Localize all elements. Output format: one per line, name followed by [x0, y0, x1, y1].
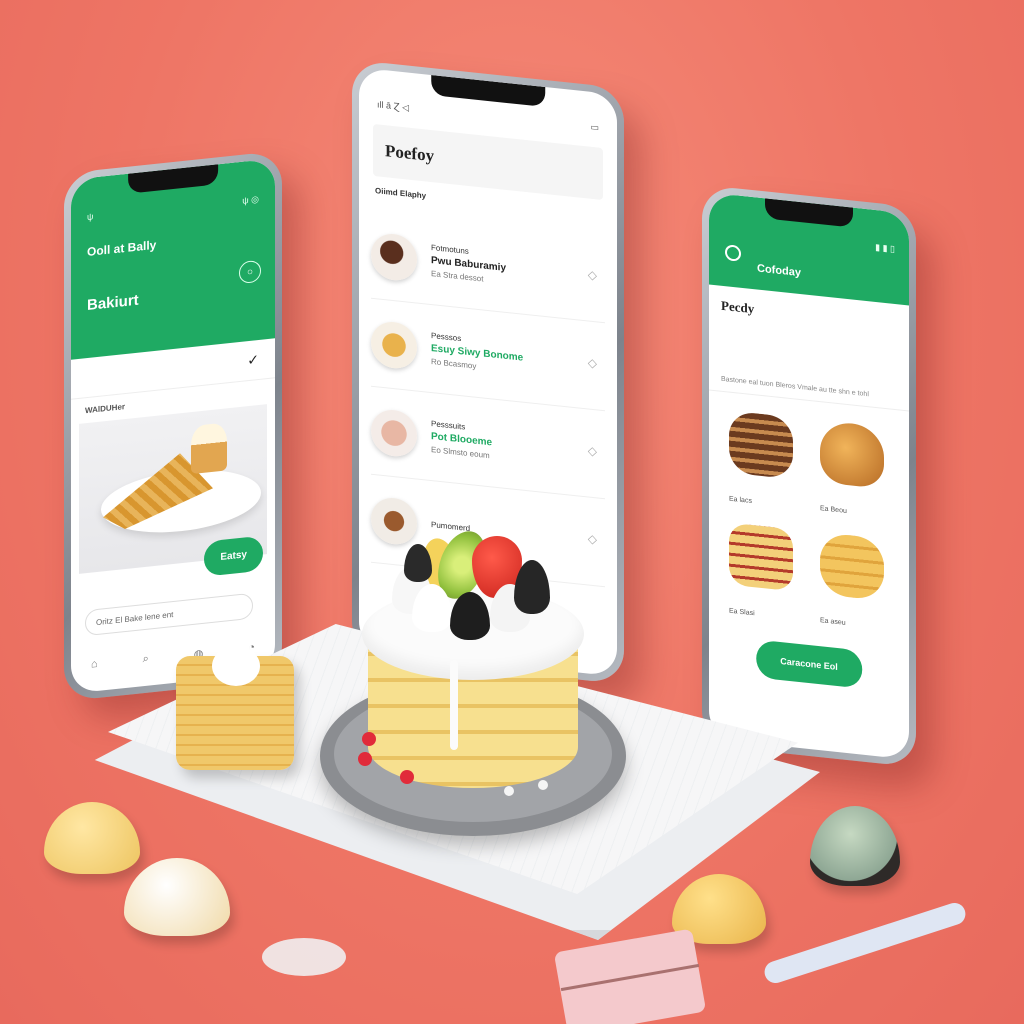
status-bar: ψ ψ ◎	[87, 194, 259, 223]
diamond-icon[interactable]: ◇	[588, 531, 597, 546]
paper-disc	[262, 938, 346, 976]
product-caption: Ea Slasi	[729, 607, 755, 618]
cream-dollop	[212, 646, 260, 686]
status-bar: ıll ȃ Ɀ ◁ ▭	[359, 67, 617, 135]
raspberry	[358, 752, 372, 766]
white-pastry	[124, 858, 230, 936]
home-icon[interactable]: ⌂	[91, 658, 98, 672]
phone-right: ▮ ▮ ▯ Cofoday ◡ Pecdy Bastone eal tuon B…	[702, 184, 916, 768]
header-title: Ooll at Bally	[87, 237, 157, 260]
diamond-icon[interactable]: ◇	[588, 355, 597, 370]
product-card[interactable]: Ea Slasi	[721, 518, 806, 629]
logo-icon	[725, 244, 741, 262]
frosting-drip	[450, 660, 458, 750]
sugar-pearl	[504, 786, 514, 796]
search-input[interactable]: Oritz El Bake lene ent	[85, 592, 253, 637]
mini-cakes-image	[729, 522, 793, 592]
status-left: ıll ȃ Ɀ ◁	[377, 99, 410, 113]
check-icon: ✓	[247, 350, 259, 369]
order-button[interactable]: Eatsy	[204, 535, 263, 577]
product-card[interactable]: Ea Beou	[812, 415, 897, 526]
product-caption: Ea lacs	[729, 495, 752, 506]
phone-left-screen: ψ ψ ◎ Ooll at Bally Bakiurt ○ ✓ WAlDUHer…	[71, 158, 275, 694]
raspberry	[400, 770, 414, 784]
status-right: ψ ◎	[242, 193, 259, 206]
item-thumbnail	[371, 231, 417, 283]
cream-cup-image	[191, 422, 227, 475]
layer-cake-image	[729, 410, 793, 480]
phone-left: ψ ψ ◎ Ooll at Bally Bakiurt ○ ✓ WAlDUHer…	[64, 150, 282, 702]
item-thumbnail	[371, 319, 417, 371]
yellow-pastry	[44, 802, 140, 874]
search-icon[interactable]: ⌕	[143, 653, 149, 667]
item-text: Pesssos Esuy Siwy Bonome Ro Bcasmoy	[431, 329, 523, 378]
brand-name: Bakiurt	[87, 291, 139, 315]
brand-name: Cofoday	[757, 262, 801, 280]
phone-right-screen: ▮ ▮ ▯ Cofoday ◡ Pecdy Bastone eal tuon B…	[709, 192, 909, 760]
pastry-spatula	[761, 900, 969, 986]
product-card[interactable]: Ea lacs	[721, 406, 806, 517]
menu-list: Fotmotuns Pwu Baburamiy Ea Stra dessot ◇…	[359, 203, 617, 594]
croissant-image	[820, 420, 884, 489]
diamond-icon[interactable]: ◇	[588, 443, 597, 458]
product-caption: Ea Beou	[820, 505, 847, 515]
product-caption: Ea aseu	[820, 617, 846, 627]
sugar-pearl	[538, 780, 548, 790]
status-bar: ▮ ▮ ▯	[723, 226, 895, 255]
item-text: Pesssuits Pot Blooeme Eo Slmsto eoum	[431, 417, 492, 462]
diamond-icon[interactable]: ◇	[588, 267, 597, 282]
status-right: ▭	[590, 121, 599, 133]
product-grid: Ea lacs Ea Beou Ea Slasi Ea aseu	[709, 390, 909, 653]
status-right: ▮ ▮ ▯	[875, 241, 895, 255]
item-thumbnail	[371, 495, 417, 547]
raspberry	[362, 732, 376, 746]
cookie-stack-image	[820, 532, 884, 601]
status-left: ψ	[87, 211, 94, 223]
item-text: Fotmotuns Pwu Baburamiy Ea Stra dessot	[431, 241, 506, 288]
item-thumbnail	[371, 407, 417, 459]
green-pastry	[810, 806, 900, 886]
product-card[interactable]: Ea aseu	[812, 527, 897, 638]
